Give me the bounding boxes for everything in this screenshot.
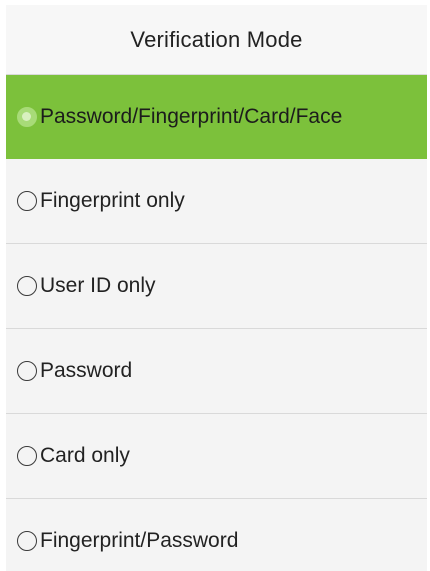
option-label: User ID only [40,274,156,297]
option-password-fingerprint-card-face[interactable]: Password/Fingerprint/Card/Face [6,75,427,159]
radio-unselected-icon[interactable] [17,361,37,381]
option-label: Password/Fingerprint/Card/Face [40,105,343,128]
option-card-only[interactable]: Card only [6,414,427,499]
option-label: Fingerprint only [40,189,185,212]
option-fingerprint-only[interactable]: Fingerprint only [6,159,427,244]
option-label: Card only [40,444,130,467]
option-fingerprint-password[interactable]: Fingerprint/Password [6,499,427,571]
radio-unselected-icon[interactable] [17,446,37,466]
radio-unselected-icon[interactable] [17,191,37,211]
radio-unselected-icon[interactable] [17,531,37,551]
radio-unselected-icon[interactable] [17,276,37,296]
option-label: Password [40,359,133,382]
option-label: Fingerprint/Password [40,529,239,552]
option-user-id-only[interactable]: User ID only [6,244,427,329]
header: Verification Mode [6,5,427,75]
page-title: Verification Mode [130,26,303,52]
option-password[interactable]: Password [6,329,427,414]
radio-selected-icon[interactable] [17,107,37,127]
verification-mode-screen: Verification Mode Password/Fingerprint/C… [6,5,427,571]
verification-mode-list: Password/Fingerprint/Card/Face Fingerpri… [6,75,427,571]
